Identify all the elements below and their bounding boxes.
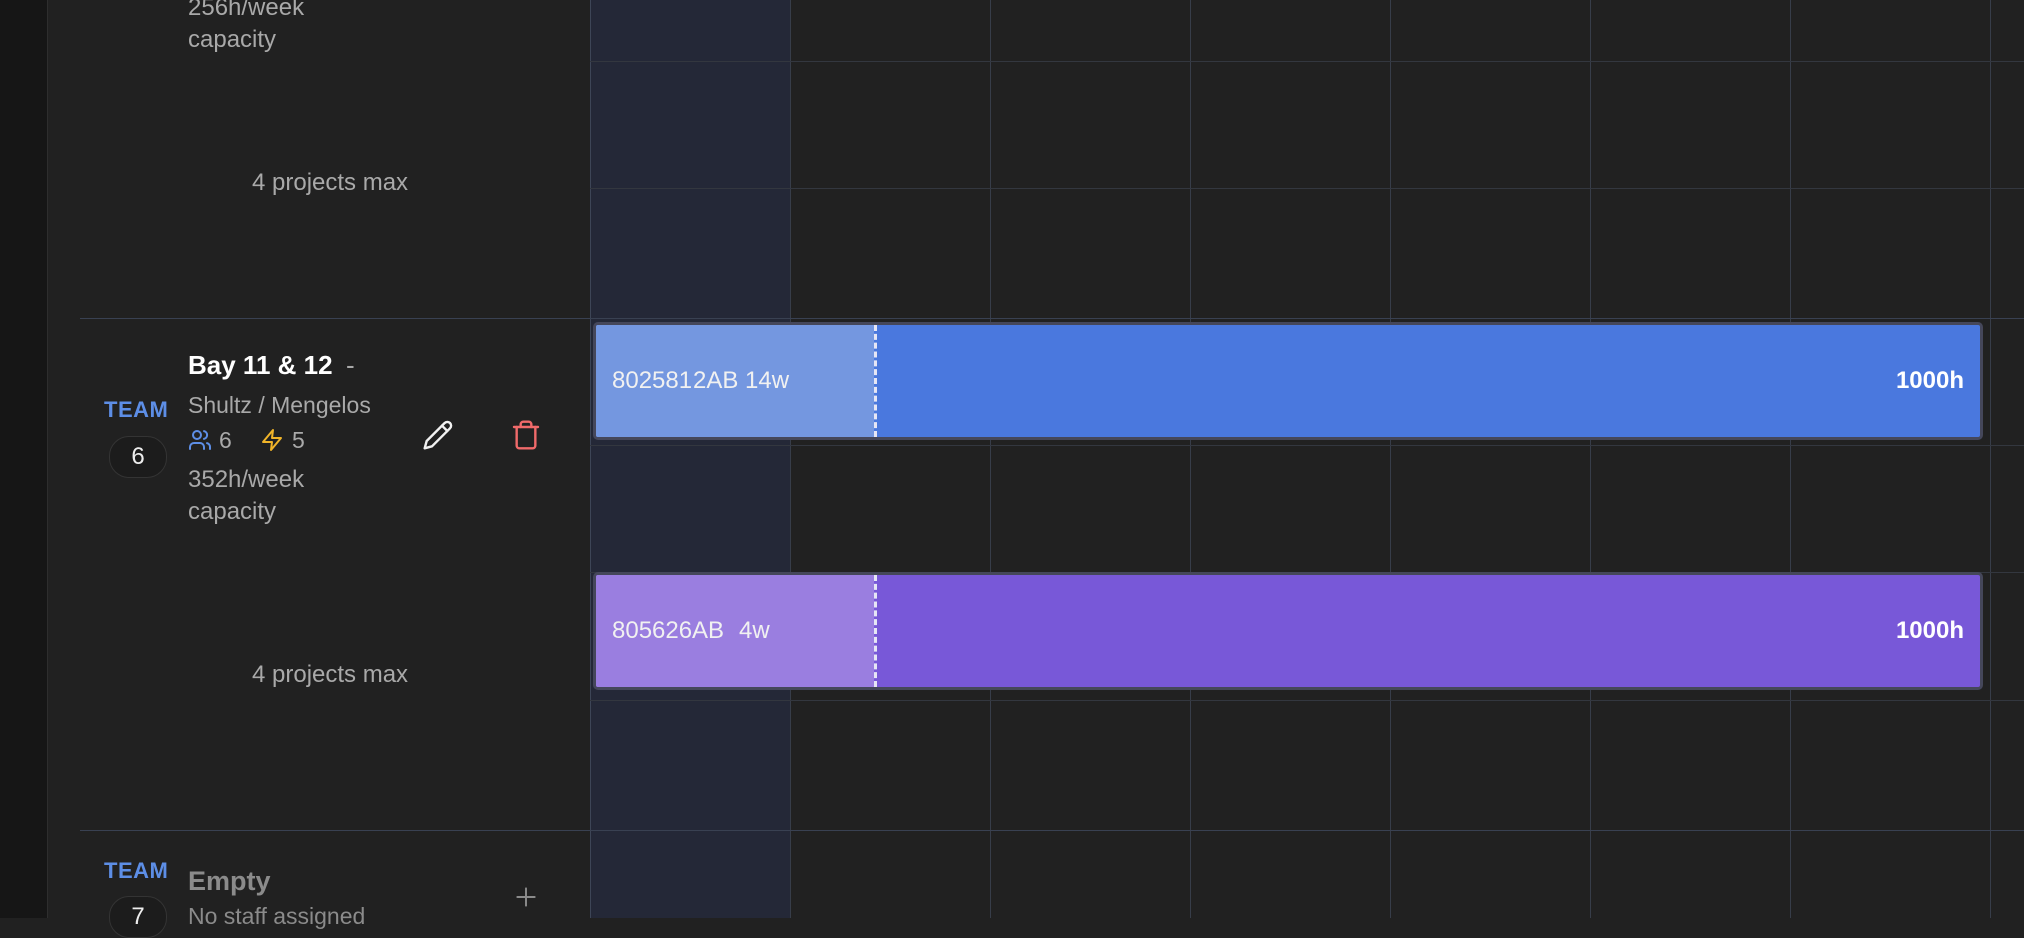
staff-count: 6 [219, 427, 232, 453]
team-title-suffix: - [346, 350, 355, 380]
plus-icon[interactable] [513, 884, 539, 910]
grid-column-line [1790, 0, 1791, 918]
team-row-divider [80, 830, 2024, 831]
grid-column-line [590, 0, 591, 918]
lightning-icon [260, 428, 284, 452]
grid-column-line [790, 0, 791, 918]
project-hours: 1000h [1895, 367, 1964, 394]
project-bar[interactable]: 805626 AB 4w 1000h [593, 572, 1983, 690]
team-subtitle: Shultz / Mengelos [188, 392, 371, 418]
energy-count: 5 [292, 427, 305, 453]
team-title[interactable]: Empty [188, 866, 271, 897]
grid-column-line [1390, 0, 1391, 918]
grid-column-line [1590, 0, 1591, 918]
grid-lane-line [590, 445, 2024, 446]
trash-icon[interactable] [510, 419, 542, 451]
team-projects-max: 4 projects max [252, 661, 409, 688]
team-capacity-hours: 256h/week [188, 0, 305, 21]
grid-column-line [990, 0, 991, 918]
project-bar-today-marker [874, 575, 877, 687]
users-icon [188, 428, 212, 452]
project-id-suffix: 2AB [693, 367, 739, 394]
project-hours: 1000h [1895, 617, 1964, 644]
team-number-badge: 7 [109, 896, 167, 938]
team-number-badge: 6 [109, 436, 167, 478]
grid-lane-line [590, 61, 2024, 62]
grid-column-line [1990, 0, 1991, 918]
grid-lane-line [590, 188, 2024, 189]
team-label: TEAM [104, 858, 169, 883]
team-capacity-hours: 352h/week [188, 466, 305, 493]
project-bar[interactable]: 802581 2AB 14w 1000h [593, 322, 1983, 440]
team-title[interactable]: Bay 11 & 12 [188, 350, 333, 381]
grid-column-line [1190, 0, 1191, 918]
team-projects-max: 4 projects max [252, 169, 409, 196]
project-bar-today-marker [874, 325, 877, 437]
team-row-divider [80, 318, 2024, 319]
project-duration: 4w [739, 617, 770, 644]
project-id: 805626 [612, 617, 693, 644]
current-week-highlight [590, 0, 790, 918]
project-id: 802581 [612, 367, 693, 394]
pencil-icon[interactable] [422, 419, 454, 451]
team-capacity-label: capacity [188, 26, 277, 53]
project-duration: 14w [745, 367, 790, 394]
left-strip [0, 0, 48, 918]
team-subtitle: No staff assigned [188, 903, 366, 929]
grid-lane-line [590, 700, 2024, 701]
team-label: TEAM [104, 397, 169, 422]
team-capacity-label: capacity [188, 498, 277, 525]
project-id-suffix: AB [692, 617, 725, 644]
timeline-grid [590, 0, 2024, 918]
